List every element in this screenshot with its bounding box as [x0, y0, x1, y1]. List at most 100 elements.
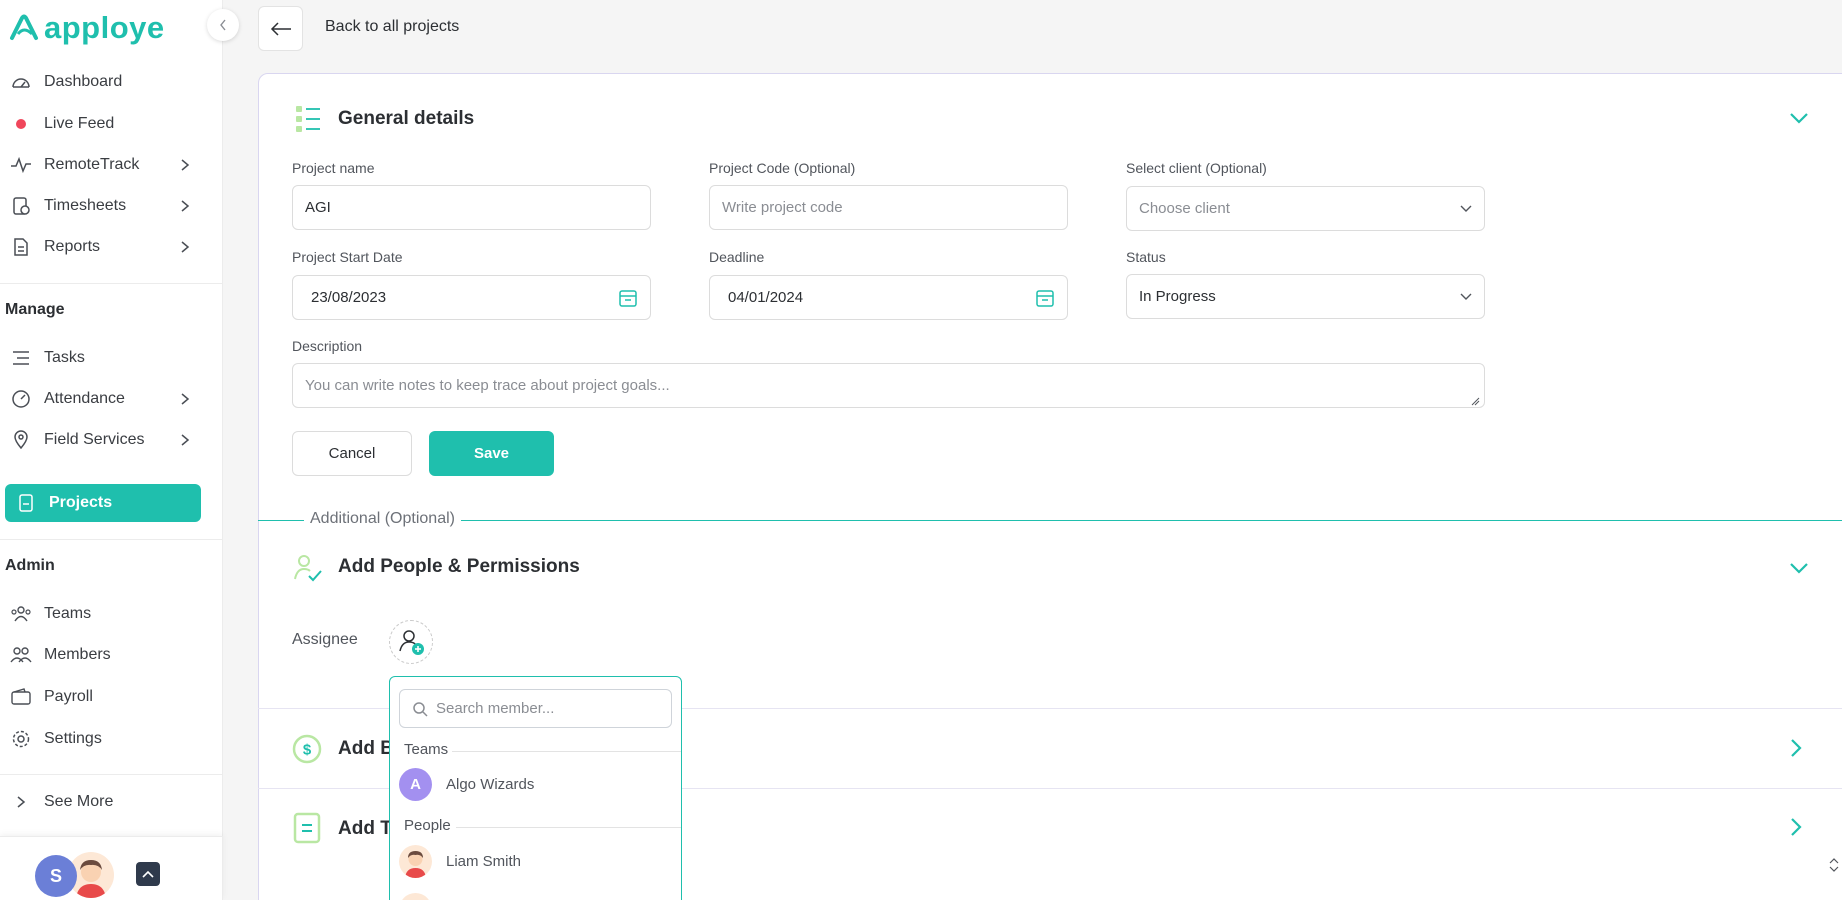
live-dot-icon: [10, 113, 32, 135]
chevron-left-icon: [220, 19, 226, 31]
sidebar-item-label: Timesheets: [44, 197, 127, 214]
sidebar-item-label: Teams: [44, 605, 92, 622]
chevron-right-icon[interactable]: [1790, 738, 1802, 758]
member-search-input[interactable]: Search member...: [399, 689, 672, 728]
sidebar-item-live-feed[interactable]: Live Feed: [10, 109, 200, 139]
start-date-label: Project Start Date: [292, 249, 403, 265]
sidebar-item-label: Payroll: [44, 688, 93, 705]
svg-text:$: $: [303, 742, 312, 759]
group-divider: [452, 751, 681, 752]
description-label: Description: [292, 338, 363, 354]
see-more-label: See More: [44, 793, 114, 810]
chevron-down-icon[interactable]: [1789, 562, 1809, 574]
sidebar-item-dashboard[interactable]: Dashboard: [10, 67, 200, 97]
team-name: Algo Wizards: [446, 776, 535, 793]
sidebar-item-payroll[interactable]: Payroll: [10, 682, 200, 712]
sidebar-item-projects[interactable]: Projects: [5, 484, 201, 522]
person-avatar: [399, 845, 432, 878]
sidebar-item-label: Attendance: [44, 390, 125, 407]
sidebar-item-label: Reports: [44, 238, 101, 255]
description-placeholder: You can write notes to keep trace about …: [305, 377, 670, 394]
user-check-icon: [294, 555, 322, 582]
project-code-label: Project Code (Optional): [709, 160, 856, 176]
sidebar-item-label: Settings: [44, 730, 102, 747]
sidebar-item-members[interactable]: Members: [10, 640, 200, 670]
collapse-sidebar-button[interactable]: [207, 9, 239, 41]
sidebar-item-remotetrack[interactable]: RemoteTrack: [10, 150, 200, 180]
see-more-button[interactable]: See More: [10, 787, 200, 817]
project-icon: [15, 492, 37, 514]
expand-user-menu-button[interactable]: [136, 862, 160, 886]
sidebar-divider: [0, 774, 223, 775]
sidebar-item-field-services[interactable]: Field Services: [10, 425, 200, 455]
app-logo[interactable]: apploye: [8, 10, 165, 46]
assignee-label: Assignee: [292, 631, 358, 648]
chevron-right-icon: [181, 434, 190, 446]
deadline-input[interactable]: 04/01/2024: [709, 275, 1068, 320]
description-textarea[interactable]: You can write notes to keep trace about …: [292, 363, 1485, 408]
task-document-icon: [293, 812, 321, 844]
back-to-projects-link[interactable]: Back to all projects: [325, 18, 459, 36]
add-budget-title: Add B: [338, 738, 394, 759]
attendance-icon: [10, 388, 32, 410]
timesheet-icon: [10, 195, 32, 217]
chevron-right-icon: [181, 241, 190, 253]
person-face-icon: [405, 851, 426, 878]
manage-section-label: Manage: [5, 301, 65, 318]
members-icon: [10, 644, 32, 666]
sidebar-item-timesheets[interactable]: Timesheets: [10, 191, 200, 221]
chevron-right-icon: [10, 791, 32, 813]
dashboard-icon: [10, 71, 32, 93]
resize-handle-icon[interactable]: [1470, 396, 1480, 406]
team-avatar: A: [399, 768, 432, 801]
chevron-down-icon: [1460, 293, 1472, 300]
people-group-label: People: [404, 817, 451, 834]
deadline-value: 04/01/2024: [728, 289, 804, 306]
chevron-up-icon: [142, 870, 154, 878]
scroll-arrows-icon[interactable]: [1828, 858, 1840, 872]
team-option-algo-wizards[interactable]: A Algo Wizards: [399, 768, 534, 801]
chevron-right-icon[interactable]: [1790, 817, 1802, 837]
client-select-value: Choose client: [1139, 200, 1230, 217]
add-user-icon: [399, 630, 424, 655]
teams-icon: [10, 603, 32, 625]
assignee-dropdown: Search member... Teams A Algo Wizards Pe…: [389, 676, 682, 900]
sidebar-item-label: Live Feed: [44, 115, 115, 132]
search-icon: [413, 701, 428, 717]
location-pin-icon: [10, 429, 32, 451]
chevron-right-icon: [181, 159, 190, 171]
client-label: Select client (Optional): [1126, 160, 1267, 176]
arrow-left-icon: [270, 21, 291, 36]
sidebar-item-label: Projects: [49, 494, 113, 511]
chevron-down-icon[interactable]: [1789, 112, 1809, 124]
sidebar-divider: [0, 283, 223, 284]
wallet-icon: [10, 686, 32, 708]
sidebar-item-tasks[interactable]: Tasks: [10, 343, 200, 373]
sidebar-item-reports[interactable]: Reports: [10, 232, 200, 262]
client-select[interactable]: Choose client: [1126, 186, 1485, 231]
person-option-liam-smith[interactable]: Liam Smith: [399, 845, 521, 878]
sidebar-item-settings[interactable]: Settings: [10, 724, 200, 754]
project-name-input[interactable]: AGI: [292, 185, 651, 230]
chevron-right-icon: [181, 200, 190, 212]
save-button[interactable]: Save: [429, 431, 554, 476]
sidebar-item-label: Dashboard: [44, 73, 123, 90]
tasks-icon: [10, 347, 32, 369]
person-name: Liam Smith: [446, 853, 522, 870]
project-code-input[interactable]: Write project code: [709, 185, 1068, 230]
sidebar: apploye Dashboard Live Feed RemoteTrack …: [0, 0, 223, 900]
sidebar-item-attendance[interactable]: Attendance: [10, 384, 200, 414]
status-select[interactable]: In Progress: [1126, 274, 1485, 319]
deadline-label: Deadline: [709, 249, 765, 265]
sidebar-item-teams[interactable]: Teams: [10, 599, 200, 629]
calendar-icon[interactable]: [618, 288, 638, 308]
calendar-icon[interactable]: [1035, 288, 1055, 308]
start-date-value: 23/08/2023: [311, 289, 387, 306]
start-date-input[interactable]: 23/08/2023: [292, 275, 651, 320]
cancel-button[interactable]: Cancel: [292, 431, 412, 476]
gear-icon: [10, 728, 32, 750]
org-avatar[interactable]: S: [35, 855, 77, 897]
add-assignee-button[interactable]: [389, 620, 433, 664]
person-avatar: [399, 893, 432, 900]
back-button[interactable]: [258, 6, 303, 51]
